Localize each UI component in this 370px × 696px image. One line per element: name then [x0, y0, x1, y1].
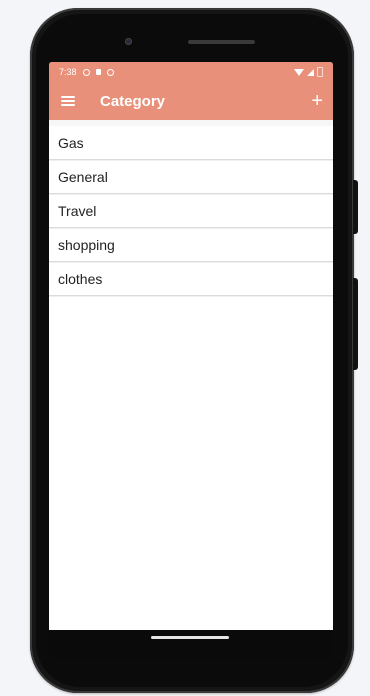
add-category-button[interactable]: + [311, 91, 323, 111]
list-item-travel[interactable]: Travel [49, 194, 333, 228]
list-item-shopping[interactable]: shopping [49, 228, 333, 262]
page-title: Category [100, 92, 166, 110]
list-item-general[interactable]: General [49, 160, 333, 194]
category-list: Gas General Travel shopping clothes [49, 120, 333, 296]
sd-card-icon [95, 69, 101, 75]
app-screen: 7:38 Category + Gas General Travel shopp… [49, 62, 333, 630]
status-bar: 7:38 [49, 62, 333, 82]
status-time: 7:38 [59, 67, 77, 77]
hamburger-menu-icon[interactable] [61, 96, 75, 106]
shield-icon [82, 68, 90, 76]
navigation-bar [49, 630, 333, 658]
signal-icon [307, 68, 314, 76]
list-item-gas[interactable]: Gas [49, 126, 333, 160]
wifi-icon [294, 68, 304, 76]
power-button [353, 180, 358, 234]
earpiece-speaker [188, 40, 255, 44]
front-camera-icon [125, 38, 132, 45]
app-bar: Category + [49, 82, 333, 120]
volume-button [353, 278, 358, 370]
record-icon [106, 68, 114, 76]
list-item-clothes[interactable]: clothes [49, 262, 333, 296]
battery-icon [317, 67, 323, 77]
home-gesture-bar[interactable] [151, 636, 229, 639]
